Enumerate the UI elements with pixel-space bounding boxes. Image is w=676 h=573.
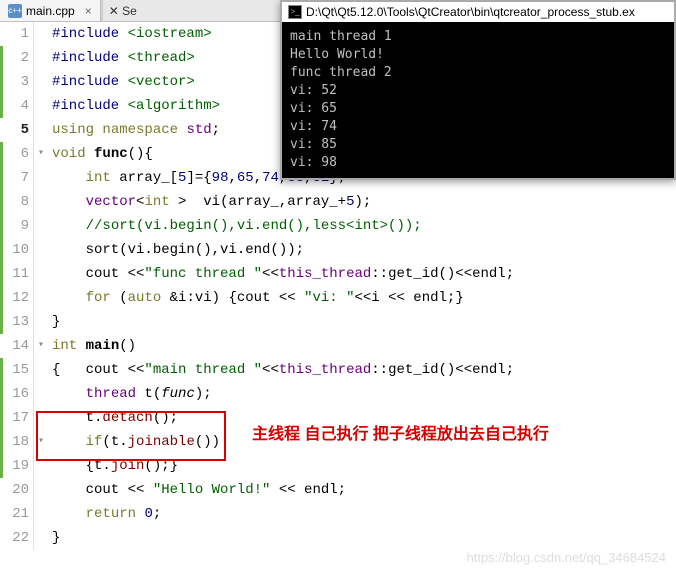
line-number: 1 [0, 22, 29, 46]
cpp-file-icon: c++ [8, 4, 22, 18]
line-number: 3 [0, 70, 29, 94]
console-line: func thread 2 [290, 64, 666, 82]
console-line: vi: 74 [290, 118, 666, 136]
line-number: 7 [0, 166, 29, 190]
console-line: Hello World! [290, 46, 666, 64]
tab-other-prefix[interactable]: ✕ Se [103, 2, 143, 20]
tab-main-cpp[interactable]: c++ main.cpp × [0, 0, 101, 21]
line-number: 20 [0, 478, 29, 502]
console-titlebar[interactable]: >_ D:\Qt\Qt5.12.0\Tools\QtCreator\bin\qt… [282, 2, 674, 22]
line-number: 22 [0, 526, 29, 550]
line-number: 19 [0, 454, 29, 478]
watermark: https://blog.csdn.net/qq_34684524 [467, 550, 667, 565]
line-number: 6 [0, 142, 29, 166]
fold-marker[interactable]: ▾ [34, 334, 48, 358]
cmd-icon: >_ [288, 5, 302, 19]
line-number: 2 [0, 46, 29, 70]
line-number: 12 [0, 286, 29, 310]
line-number: 14 [0, 334, 29, 358]
line-number: 16 [0, 382, 29, 406]
close-icon[interactable]: × [85, 4, 92, 18]
line-number: 11 [0, 262, 29, 286]
fold-gutter: ▾ ▾ ▾ [34, 22, 48, 550]
console-line: main thread 1 [290, 28, 666, 46]
line-number: 21 [0, 502, 29, 526]
line-number: 5 [0, 118, 29, 142]
console-line: vi: 65 [290, 100, 666, 118]
line-number: 13 [0, 310, 29, 334]
line-number: 10 [0, 238, 29, 262]
fold-marker[interactable]: ▾ [34, 430, 48, 454]
line-number: 18 [0, 430, 29, 454]
line-number: 9 [0, 214, 29, 238]
console-line: vi: 52 [290, 82, 666, 100]
console-output: main thread 1 Hello World! func thread 2… [282, 22, 674, 178]
line-number: 8 [0, 190, 29, 214]
console-window[interactable]: >_ D:\Qt\Qt5.12.0\Tools\QtCreator\bin\qt… [280, 0, 676, 180]
line-number-gutter: 1 2 3 4 5 6 7 8 9 10 11 12 13 14 15 16 1… [0, 22, 34, 550]
fold-marker[interactable]: ▾ [34, 142, 48, 166]
line-number: 17 [0, 406, 29, 430]
line-number: 15 [0, 358, 29, 382]
console-line: vi: 98 [290, 154, 666, 172]
console-title-text: D:\Qt\Qt5.12.0\Tools\QtCreator\bin\qtcre… [306, 5, 635, 19]
console-line: vi: 85 [290, 136, 666, 154]
tab-label: main.cpp [26, 4, 75, 18]
annotation-text: 主线程 自己执行 把子线程放出去自己执行 [252, 420, 549, 444]
line-number: 4 [0, 94, 29, 118]
